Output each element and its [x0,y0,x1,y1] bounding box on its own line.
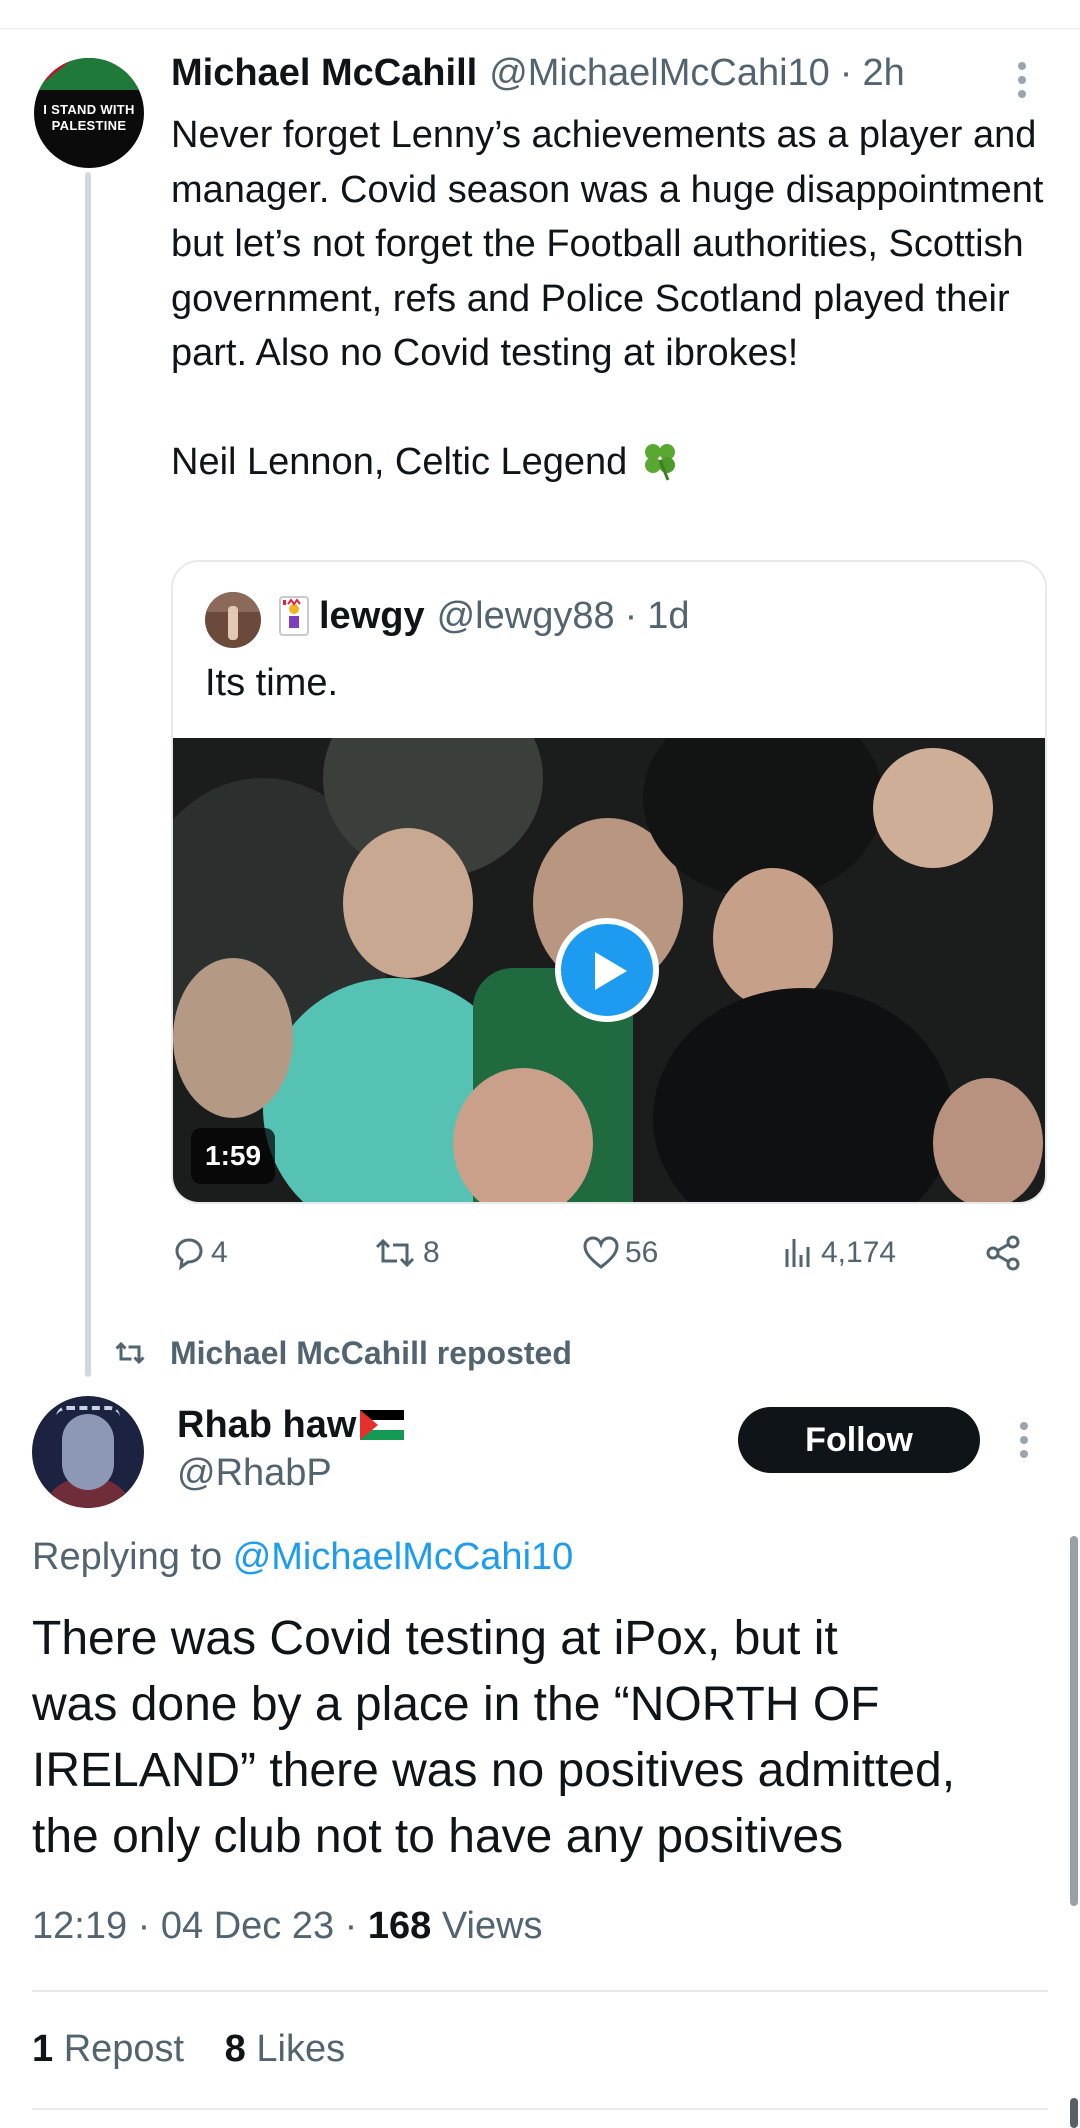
play-button[interactable] [555,918,659,1022]
replying-to: Replying to @MichaelMcCahi10 [32,1536,573,1579]
quote-text: Its time. [205,662,339,704]
tweet-metadata: 12:19 · 04 Dec 23 · 168 Views [32,1905,543,1948]
repost-label: Repost [63,2028,185,2070]
views-button[interactable]: 4,174 [781,1228,896,1278]
repost-count: 1 [32,2028,54,2070]
quote-display-name: lewgy [319,594,425,637]
quote-user-handle: @lewgy88 [436,594,615,637]
tweet-time[interactable]: 12:19 [32,1905,127,1947]
reply-count: 4 [211,1236,228,1269]
separator-dot: · [624,594,638,637]
tweet-detail-page: I STAND WITH PALESTINE Michael McCahill … [0,0,1080,2128]
tweet-actions-bar: 4 8 56 4,174 [171,1228,1041,1278]
views-count: 168 [367,1905,432,1947]
quote-header: lewgy @lewgy88 · 1d [279,588,690,644]
display-name[interactable]: Michael McCahill [171,52,477,95]
reposted-label: Michael McCahill reposted [170,1334,572,1371]
tweet-text: There was Covid testing at iPox, but it … [32,1612,956,1863]
analytics-icon [785,1239,810,1267]
more-options-icon[interactable] [1012,62,1032,102]
likes-stat[interactable]: 8 Likes [225,2028,345,2070]
more-options-icon[interactable] [1014,1422,1034,1462]
quoted-tweet-card[interactable]: lewgy @lewgy88 · 1d Its time. 1:59 [171,560,1047,1204]
like-count: 56 [625,1236,659,1269]
display-name-text: Rhab haw [177,1403,357,1446]
scrollbar[interactable] [1070,1536,1078,1906]
separator-dot: · [839,52,853,94]
reply-button[interactable]: 4 [171,1228,228,1278]
repost-button[interactable]: 8 [371,1228,440,1278]
reply-icon [175,1238,203,1271]
follow-button[interactable]: Follow [738,1407,980,1473]
thread-connector-line [85,172,91,1377]
quote-time: 1d [647,594,690,637]
reposted-indicator[interactable]: Michael McCahill reposted [112,1330,572,1376]
repost-icon [115,1341,145,1365]
flag-triangle [34,58,74,90]
engagement-stats: 1 Repost 8 Likes [32,2028,345,2071]
avatar[interactable] [32,1396,144,1508]
tweet-date[interactable]: 04 Dec 23 [161,1905,334,1947]
like-button[interactable]: 56 [581,1228,658,1278]
replying-prefix: Replying to [32,1536,223,1578]
avatar[interactable]: I STAND WITH PALESTINE [34,58,144,168]
repost-stat[interactable]: 1 Repost [32,2028,184,2070]
play-icon [595,952,627,990]
tweet-text: Never forget Lenny’s achievements as a p… [171,108,1051,490]
likes-label: Likes [256,2028,346,2070]
divider [32,1990,1048,1992]
scrollbar-thumb[interactable] [1070,2098,1078,2128]
views-label: Views [441,1905,543,1947]
tweet-time[interactable]: 2h [862,52,904,95]
user-handle[interactable]: @RhabP [177,1452,332,1495]
repost-count: 8 [423,1236,440,1269]
heart-icon [583,1236,619,1269]
user-handle[interactable]: @MichaelMcCahi10 [489,52,830,95]
tweet-header: Michael McCahill @MichaelMcCahi10 · 2h [171,52,1031,102]
video-thumbnail[interactable]: 1:59 [173,738,1045,1202]
quote-avatar [205,592,261,648]
top-divider [0,28,1080,29]
views-count: 4,174 [821,1236,897,1269]
share-button[interactable] [983,1228,1027,1278]
share-icon [986,1235,1020,1271]
four-leaf-clover-icon [644,444,675,481]
video-duration: 1:59 [191,1128,276,1184]
separator-dot: · [137,1905,151,1947]
avatar-text: I STAND WITH PALESTINE [43,102,135,133]
display-name[interactable]: Rhab haw [177,1400,405,1450]
playing-card-joker-icon [279,596,309,636]
tweet-text-content: Never forget Lenny’s achievements as a p… [171,114,1044,483]
repost-icon [375,1238,415,1268]
likes-count: 8 [224,2028,246,2070]
separator-dot: · [344,1905,358,1947]
palestine-flag-icon [360,1410,405,1440]
mention-link[interactable]: @MichaelMcCahi10 [233,1536,574,1578]
divider [32,2108,1048,2110]
